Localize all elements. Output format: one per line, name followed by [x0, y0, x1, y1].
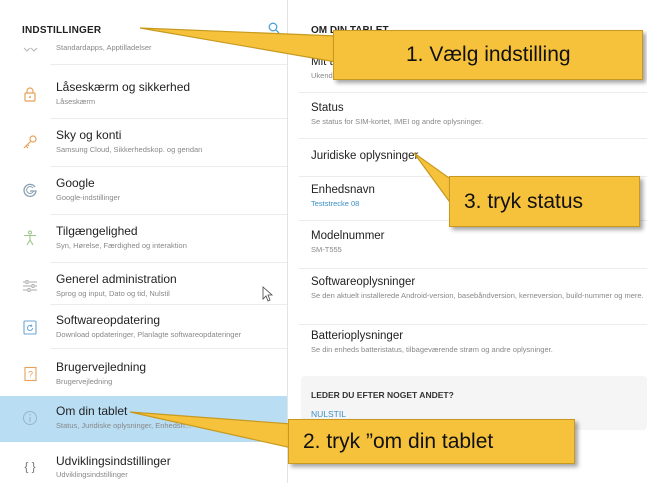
settings-item-software-update[interactable]: Softwareopdatering Download opdateringer… — [0, 305, 287, 351]
settings-item-title: Google — [56, 176, 95, 190]
detail-title: Status — [311, 102, 344, 114]
svg-text:{ }: { } — [24, 460, 35, 474]
settings-item-title: Softwareopdatering — [56, 313, 161, 327]
divider — [50, 64, 287, 65]
settings-item-sub: Udviklingsindstillinger — [56, 470, 128, 479]
settings-item-user-manual[interactable]: ? Brugervejledning Brugervejledning — [0, 352, 287, 398]
settings-item-lockscreen[interactable]: Låseskærm og sikkerhed Låseskærm — [0, 72, 287, 118]
divider — [299, 268, 647, 269]
settings-item-sub: Syn, Hørelse, Færdighed og interaktion — [56, 241, 187, 250]
settings-item-title: Tilgængelighed — [56, 224, 138, 238]
settings-item-sub: Google-indstillinger — [56, 193, 121, 202]
settings-item-sub: Download opdateringer, Planlagte softwar… — [56, 330, 242, 339]
divider — [299, 324, 647, 325]
settings-item-title: Udviklingsindstillinger — [56, 454, 171, 468]
detail-item-status[interactable]: Status Se status for SIM-kortet, IMEI og… — [311, 102, 647, 126]
key-icon — [22, 134, 38, 150]
settings-window: INDSTILLINGER Standardapps, Apptilladels… — [0, 0, 647, 483]
divider — [50, 262, 287, 263]
callout-step2: 2. tryk ”om din tablet — [288, 419, 575, 464]
google-icon — [22, 182, 38, 198]
detail-sub: SM-T555 — [311, 245, 342, 254]
settings-item-sub: Samsung Cloud, Sikkerhedskop. og gendan — [56, 145, 203, 154]
detail-item-legal[interactable]: Juridiske oplysninger — [311, 150, 647, 162]
callout-step1: 1. Vælg indstilling — [333, 30, 643, 80]
divider — [50, 166, 287, 167]
reset-link[interactable]: NULSTIL — [311, 409, 346, 419]
detail-sub: Se status for SIM-kortet, IMEI og andre … — [311, 117, 484, 126]
callout-text: 1. Vælg indstilling — [406, 43, 571, 66]
info-icon — [22, 410, 38, 426]
settings-item-sub: Låseskærm — [56, 97, 96, 106]
detail-sub: Se den aktuelt installerede Android-vers… — [311, 291, 644, 300]
suggestion-title: LEDER DU EFTER NOGET ANDET? — [311, 390, 454, 400]
settings-item-sub: Standardapps, Apptilladelser — [56, 43, 152, 52]
callout-step3: 3. tryk status — [449, 176, 640, 227]
settings-item-developer-options[interactable]: { } Udviklingsindstillinger Udviklingsin… — [0, 448, 287, 483]
svg-text:?: ? — [28, 370, 33, 380]
detail-title: Softwareoplysninger — [311, 276, 416, 288]
settings-item-sub: Sprog og input, Dato og tid, Nulstil — [56, 289, 170, 298]
detail-title: Batterioplysninger — [311, 330, 404, 342]
apps-icon — [22, 42, 38, 58]
manual-icon: ? — [22, 366, 38, 382]
divider — [50, 348, 287, 349]
detail-item-battery-info[interactable]: Batterioplysninger Se din enheds batteri… — [311, 330, 647, 354]
detail-title: Modelnummer — [311, 230, 385, 242]
divider — [50, 118, 287, 119]
settings-item-title: Generel administration — [56, 272, 177, 286]
settings-item-cloud[interactable]: Sky og konti Samsung Cloud, Sikkerhedsko… — [0, 120, 287, 166]
settings-item-about-tablet[interactable]: Om din tablet Status, Juridiske oplysnin… — [0, 396, 287, 442]
settings-item-sub: Brugervejledning — [56, 377, 113, 386]
detail-item-model-number: Modelnummer SM-T555 — [311, 230, 647, 254]
callout-text: 3. tryk status — [464, 190, 584, 213]
settings-item-title: Om din tablet — [56, 404, 128, 418]
settings-item-title: Låseskærm og sikkerhed — [56, 80, 191, 94]
settings-list-panel: INDSTILLINGER Standardapps, Apptilladels… — [0, 0, 288, 483]
sliders-icon — [22, 278, 38, 294]
braces-icon: { } — [22, 458, 38, 474]
callout-text: 2. tryk ”om din tablet — [303, 430, 494, 453]
detail-sub: Se din enheds batteristatus, tilbagevære… — [311, 345, 553, 354]
settings-item-title: Sky og konti — [56, 128, 122, 142]
lock-icon — [22, 86, 38, 102]
settings-item-accessibility[interactable]: Tilgængelighed Syn, Hørelse, Færdighed o… — [0, 216, 287, 262]
settings-item-apps[interactable]: Standardapps, Apptilladelser — [0, 22, 287, 64]
settings-item-title: Brugervejledning — [56, 360, 147, 374]
divider — [50, 214, 287, 215]
detail-item-software-info[interactable]: Softwareoplysninger Se den aktuelt insta… — [311, 276, 647, 300]
divider — [299, 92, 647, 93]
accessibility-icon — [22, 230, 38, 246]
divider — [299, 138, 647, 139]
settings-item-google[interactable]: Google Google-indstillinger — [0, 168, 287, 214]
detail-title: Juridiske oplysninger — [311, 150, 419, 162]
update-icon — [22, 319, 38, 335]
settings-item-sub: Status, Juridiske oplysninger, Enhedsn..… — [56, 421, 192, 430]
